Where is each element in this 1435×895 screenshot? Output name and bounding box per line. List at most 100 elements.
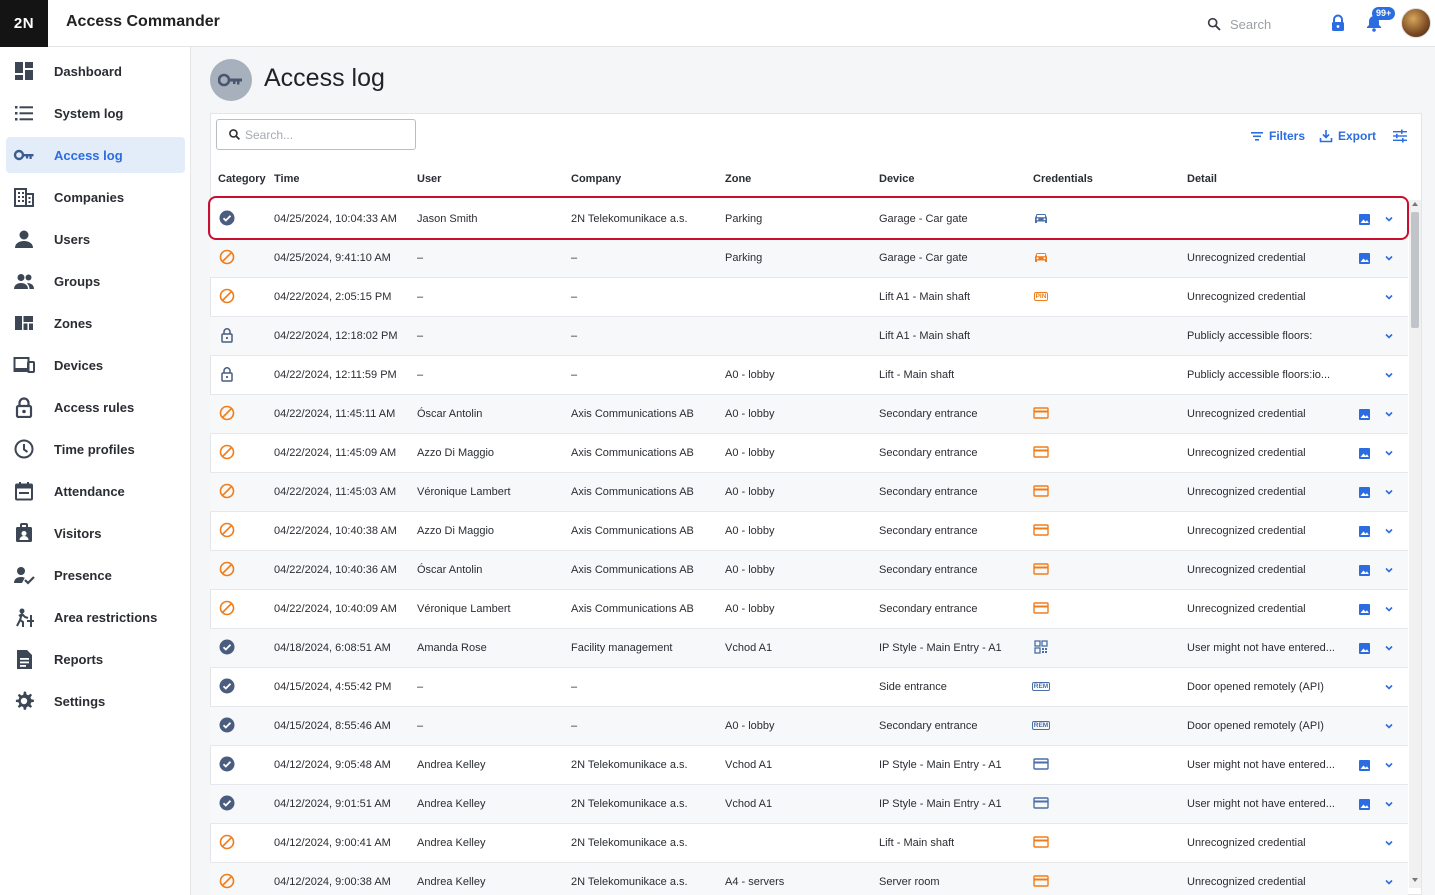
- column-device[interactable]: Device: [879, 173, 914, 185]
- image-icon[interactable]: [1358, 525, 1371, 538]
- sidebar-item-label: Visitors: [54, 525, 102, 541]
- column-time[interactable]: Time: [274, 173, 299, 185]
- chevron-down-icon[interactable]: [1383, 798, 1395, 810]
- card-icon: [1033, 836, 1049, 848]
- sidebar-item-reports[interactable]: Reports: [6, 641, 185, 677]
- image-icon[interactable]: [1358, 252, 1371, 265]
- chevron-down-icon[interactable]: [1383, 291, 1395, 303]
- chevron-down-icon[interactable]: [1383, 603, 1395, 615]
- table-search-input[interactable]: [245, 127, 405, 142]
- credential-cell: [1032, 640, 1050, 654]
- sidebar-item-presence[interactable]: Presence: [6, 557, 185, 593]
- table-row[interactable]: 04/22/2024, 10:40:36 AM Óscar Antolin Axis…: [210, 551, 1408, 590]
- chevron-down-icon[interactable]: [1383, 369, 1395, 381]
- table-scrollbar[interactable]: [1409, 200, 1421, 888]
- scroll-thumb[interactable]: [1411, 212, 1419, 328]
- image-icon[interactable]: [1358, 642, 1371, 655]
- image-icon[interactable]: [1358, 798, 1371, 811]
- cell-user: Véronique Lambert: [417, 486, 511, 498]
- sidebar-item-time-profiles[interactable]: Time profiles: [6, 431, 185, 467]
- cell-zone: Vchod A1: [725, 759, 773, 771]
- cell-device: Secondary entrance: [879, 720, 978, 732]
- chevron-down-icon[interactable]: [1383, 486, 1395, 498]
- table-row[interactable]: 04/22/2024, 11:45:09 AM Azzo Di Maggio Axi…: [210, 434, 1408, 473]
- table-row[interactable]: 04/18/2024, 6:08:51 AM Amanda Rose Facilit…: [210, 629, 1408, 668]
- cell-device: Secondary entrance: [879, 564, 978, 576]
- chevron-down-icon[interactable]: [1383, 564, 1395, 576]
- table-row[interactable]: 04/22/2024, 2:05:15 PM – – Lift A1 - Main s…: [210, 278, 1408, 317]
- cell-zone: Vchod A1: [725, 642, 773, 654]
- global-search-placeholder: Search: [1230, 16, 1272, 32]
- chevron-down-icon[interactable]: [1383, 525, 1395, 537]
- sidebar-item-settings[interactable]: Settings: [6, 683, 185, 719]
- chevron-down-icon[interactable]: [1383, 408, 1395, 420]
- chevron-down-icon[interactable]: [1383, 447, 1395, 459]
- sidebar-item-companies[interactable]: Companies: [6, 179, 185, 215]
- cell-detail: Publicly accessible floors:io...: [1187, 369, 1331, 381]
- lock-icon[interactable]: [1330, 14, 1346, 32]
- table-row[interactable]: 04/22/2024, 12:18:02 PM – – Lift A1 - Main …: [210, 317, 1408, 356]
- sidebar-item-devices[interactable]: Devices: [6, 347, 185, 383]
- sidebar-item-attendance[interactable]: Attendance: [6, 473, 185, 509]
- export-label: Export: [1338, 129, 1377, 143]
- column-settings-icon[interactable]: [1392, 128, 1408, 144]
- table-row[interactable]: 04/22/2024, 10:40:09 AM Véronique Lambert…: [210, 590, 1408, 629]
- image-icon[interactable]: [1358, 447, 1371, 460]
- app-logo[interactable]: 2N: [0, 0, 48, 47]
- sidebar-item-label: Reports: [54, 651, 104, 667]
- sidebar-item-visitors[interactable]: Visitors: [6, 515, 185, 551]
- table-row[interactable]: 04/12/2024, 9:05:48 AM Andrea Kelley 2N Te…: [210, 746, 1408, 785]
- scroll-down-arrow[interactable]: [1412, 878, 1418, 882]
- table-row[interactable]: 04/22/2024, 12:11:59 PM – – A0 - lobby Lift …: [210, 356, 1408, 395]
- table-row[interactable]: 04/12/2024, 9:00:41 AM Andrea Kelley 2N Te…: [210, 824, 1408, 863]
- column-detail[interactable]: Detail: [1187, 173, 1217, 185]
- chevron-down-icon[interactable]: [1383, 681, 1395, 693]
- chevron-down-icon[interactable]: [1383, 642, 1395, 654]
- table-row[interactable]: 04/15/2024, 4:55:42 PM – – Side entrance Doo…: [210, 668, 1408, 707]
- sidebar-item-system-log[interactable]: System log: [6, 95, 185, 131]
- table-row[interactable]: 04/15/2024, 8:55:46 AM – – A0 - lobby Second…: [210, 707, 1408, 746]
- image-icon[interactable]: [1358, 213, 1371, 226]
- table-row[interactable]: 04/22/2024, 10:40:38 AM Azzo Di Maggio Axi…: [210, 512, 1408, 551]
- table-search[interactable]: [216, 119, 416, 150]
- image-icon[interactable]: [1358, 408, 1371, 421]
- table-row[interactable]: 04/25/2024, 10:04:33 AM Jason Smith 2N Tel…: [210, 200, 1408, 239]
- sidebar-item-zones[interactable]: Zones: [6, 305, 185, 341]
- image-icon[interactable]: [1358, 564, 1371, 577]
- sidebar-item-access-log[interactable]: Access log: [6, 137, 185, 173]
- export-button[interactable]: Export: [1319, 128, 1376, 144]
- table-row[interactable]: 04/25/2024, 9:41:10 AM – – Parking Garage - …: [210, 239, 1408, 278]
- cell-user: Azzo Di Maggio: [417, 447, 495, 459]
- sidebar-item-access-rules[interactable]: Access rules: [6, 389, 185, 425]
- credential-cell: [1032, 562, 1050, 576]
- table-row[interactable]: 04/22/2024, 11:45:11 AM Óscar Antolin Axis…: [210, 395, 1408, 434]
- avatar[interactable]: [1401, 8, 1431, 38]
- image-icon[interactable]: [1358, 486, 1371, 499]
- column-user[interactable]: User: [417, 173, 441, 185]
- chevron-down-icon[interactable]: [1383, 252, 1395, 264]
- chevron-down-icon[interactable]: [1383, 876, 1395, 888]
- column-company[interactable]: Company: [571, 173, 621, 185]
- column-zone[interactable]: Zone: [725, 173, 751, 185]
- chevron-down-icon[interactable]: [1383, 213, 1395, 225]
- scroll-up-arrow[interactable]: [1412, 202, 1418, 206]
- table-row[interactable]: 04/12/2024, 9:00:38 AM Andrea Kelley 2N Te…: [210, 863, 1408, 895]
- sidebar-item-groups[interactable]: Groups: [6, 263, 185, 299]
- cell-time: 04/18/2024, 6:08:51 AM: [274, 642, 391, 654]
- sidebar-item-users[interactable]: Users: [6, 221, 185, 257]
- table-row[interactable]: 04/12/2024, 9:01:51 AM Andrea Kelley 2N Te…: [210, 785, 1408, 824]
- table-row[interactable]: 04/22/2024, 11:45:03 AM Véronique Lambert…: [210, 473, 1408, 512]
- filters-button[interactable]: Filters: [1250, 128, 1305, 144]
- cell-company: Axis Communications AB: [571, 603, 694, 615]
- sidebar-item-dashboard[interactable]: Dashboard: [6, 53, 185, 89]
- sidebar-item-area-restrictions[interactable]: Area restrictions: [6, 599, 185, 635]
- column-credentials[interactable]: Credentials: [1033, 173, 1093, 185]
- chevron-down-icon[interactable]: [1383, 720, 1395, 732]
- chevron-down-icon[interactable]: [1383, 330, 1395, 342]
- chevron-down-icon[interactable]: [1383, 759, 1395, 771]
- image-icon[interactable]: [1358, 759, 1371, 772]
- global-search[interactable]: Search: [1206, 14, 1306, 34]
- image-icon[interactable]: [1358, 603, 1371, 616]
- column-category[interactable]: Category: [218, 173, 266, 185]
- chevron-down-icon[interactable]: [1383, 837, 1395, 849]
